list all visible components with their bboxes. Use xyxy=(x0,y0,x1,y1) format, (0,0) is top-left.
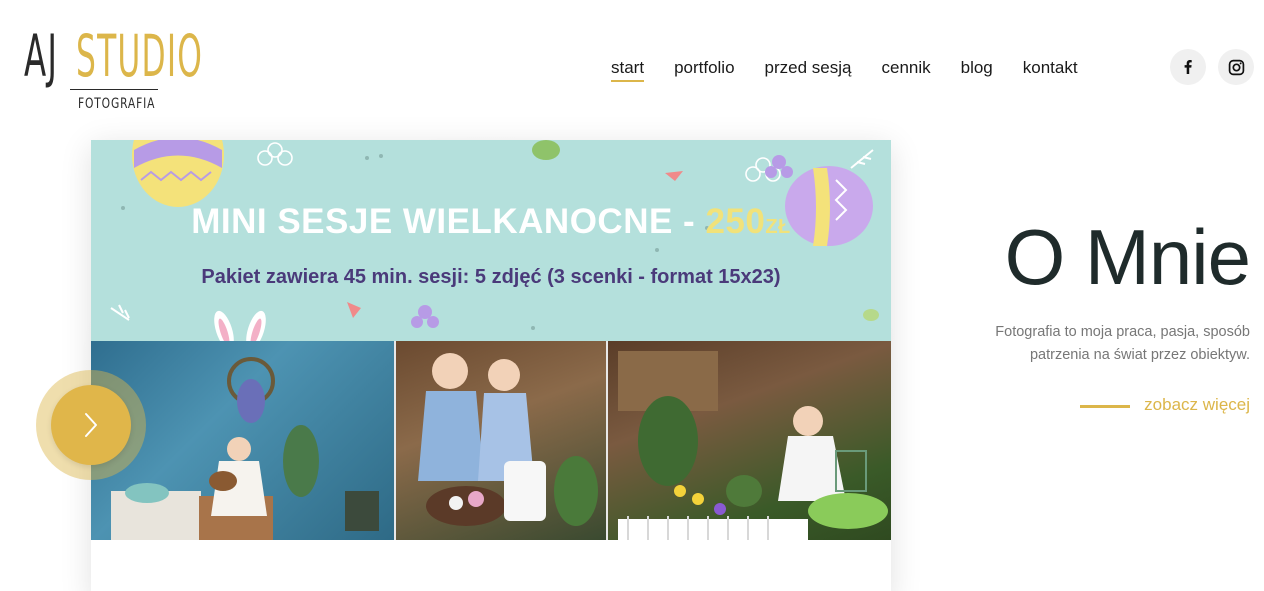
nav-item-kontakt[interactable]: kontakt xyxy=(1023,58,1078,82)
more-link-line xyxy=(1080,405,1130,408)
logo-divider xyxy=(70,89,158,90)
instagram-button[interactable] xyxy=(1218,49,1254,85)
photo-strip xyxy=(91,341,891,540)
about-text: Fotografia to moja praca, pasja, sposób … xyxy=(995,324,1250,363)
facebook-button[interactable] xyxy=(1170,49,1206,85)
nav-item-portfolio[interactable]: portfolio xyxy=(674,58,734,82)
main-nav: start portfolio przed sesją cennik blog … xyxy=(611,58,1108,82)
banner-currency: ZŁ xyxy=(765,216,791,238)
about-title: O Mnie xyxy=(1004,213,1251,301)
instagram-icon xyxy=(1228,59,1244,75)
see-more-link[interactable]: zobacz więcej xyxy=(1144,395,1250,415)
logo-aj-text: AJ xyxy=(24,22,59,90)
nav-item-przed-sesja[interactable]: przed sesją xyxy=(765,58,852,82)
logo[interactable]: AJ STUDIO FOTOGRAFIA xyxy=(24,22,204,118)
facebook-icon xyxy=(1184,60,1192,74)
banner-price: 250 xyxy=(705,202,766,241)
easter-banner: MINI SESJE WIELKANOCNE - 250ZŁ Pakiet za… xyxy=(91,140,891,341)
logo-subtitle: FOTOGRAFIA xyxy=(78,96,156,112)
banner-subtitle: Pakiet zawiera 45 min. sesji: 5 zdjęć (3… xyxy=(201,266,781,288)
banner-title: MINI SESJE WIELKANOCNE - 250ZŁ xyxy=(91,202,891,242)
logo-studio-text: STUDIO xyxy=(76,22,204,90)
photo-scene-2 xyxy=(418,353,598,526)
nav-item-blog[interactable]: blog xyxy=(961,58,993,82)
photo-two-girls-watering xyxy=(394,341,606,540)
slider-next-button[interactable] xyxy=(51,385,131,465)
photo-scene-3 xyxy=(618,351,888,540)
slider-card[interactable]: MINI SESJE WIELKANOCNE - 250ZŁ Pakiet za… xyxy=(91,140,891,591)
nav-item-cennik[interactable]: cennik xyxy=(881,58,930,82)
chevron-right-icon xyxy=(85,413,97,437)
nav-item-start[interactable]: start xyxy=(611,58,645,82)
banner-title-text: MINI SESJE WIELKANOCNE - xyxy=(191,202,706,241)
photo-child-with-bunnies xyxy=(606,341,891,540)
